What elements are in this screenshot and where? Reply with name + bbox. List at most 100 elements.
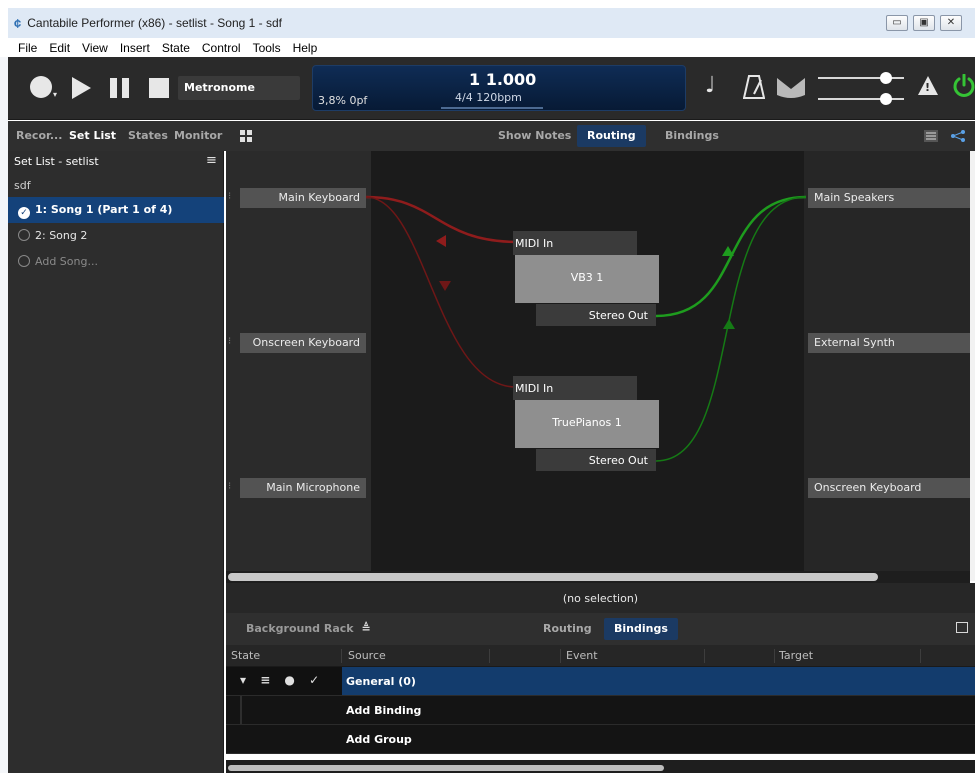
arrow-icon — [723, 319, 735, 329]
menu-file[interactable]: File — [18, 41, 37, 55]
plugin-stereo-out-port[interactable]: Stereo Out — [536, 304, 656, 326]
plugin-midi-in-port[interactable]: MIDI In — [513, 376, 637, 400]
drag-handle-icon[interactable]: ⁝ — [228, 336, 231, 347]
tab-monitor[interactable]: Monitor — [174, 129, 222, 142]
grid-view-icon[interactable] — [240, 130, 252, 142]
column-target[interactable]: Target — [779, 649, 813, 662]
eject-icon: ≜ — [361, 622, 371, 635]
menu-bar: File Edit View Insert State Control Tool… — [8, 38, 975, 57]
record-dropdown-icon[interactable]: ▾ — [53, 90, 57, 99]
master-output-knob[interactable] — [880, 93, 892, 105]
scrollbar-thumb[interactable] — [228, 765, 664, 771]
play-icon[interactable] — [72, 77, 91, 99]
position-progress-bar — [441, 107, 543, 109]
set-list-header: Set List - setlist — [14, 155, 99, 168]
column-source[interactable]: Source — [348, 649, 386, 662]
check-icon: ✓ — [18, 207, 30, 219]
input-port-main-microphone[interactable]: Main Microphone — [240, 478, 366, 498]
selection-status: (no selection) — [226, 583, 975, 613]
menu-control[interactable]: Control — [202, 41, 241, 55]
window-title: Cantabile Performer (x86) - setlist - So… — [27, 16, 282, 30]
set-list-name: sdf — [14, 179, 31, 192]
stop-icon[interactable] — [149, 78, 169, 98]
bindings-table-header: State Source Event Target — [226, 645, 975, 667]
title-bar: ¢ Cantabile Performer (x86) - setlist - … — [8, 8, 975, 38]
binding-group-label: General (0) — [342, 667, 975, 695]
song-label: 1: Song 1 (Part 1 of 4) — [35, 203, 173, 216]
background-rack-button[interactable]: Background Rack ≜ — [246, 622, 371, 635]
radio-icon — [18, 255, 30, 267]
route-midi-vb3[interactable] — [365, 195, 517, 244]
scrollbar-thumb[interactable] — [228, 573, 878, 581]
menu-state[interactable]: State — [162, 41, 190, 55]
crossfade-icon[interactable] — [776, 77, 806, 99]
bindings-horizontal-scrollbar[interactable] — [226, 760, 975, 773]
master-input-knob[interactable] — [880, 72, 892, 84]
column-event[interactable]: Event — [566, 649, 598, 662]
tab-set-list[interactable]: Set List — [69, 129, 116, 142]
route-audio-vb3[interactable] — [655, 195, 807, 318]
add-group-row[interactable]: Add Group — [226, 725, 975, 754]
routing-horizontal-scrollbar[interactable] — [226, 571, 970, 583]
tab-bindings[interactable]: Bindings — [655, 125, 729, 147]
cpu-load: 3,8% 0pf — [318, 94, 368, 107]
minimize-button[interactable]: ▭ — [886, 15, 908, 31]
plugin-midi-in-port[interactable]: MIDI In — [513, 231, 637, 255]
list-view-icon[interactable] — [924, 130, 938, 142]
hamburger-menu-icon[interactable]: ≡ — [206, 153, 217, 168]
plugin-stereo-out-port[interactable]: Stereo Out — [536, 449, 656, 471]
record-icon[interactable] — [30, 76, 52, 98]
menu-view[interactable]: View — [82, 41, 108, 55]
output-port-main-speakers[interactable]: Main Speakers — [808, 188, 970, 208]
output-port-external-synth[interactable]: External Synth — [808, 333, 970, 353]
add-binding-label: Add Binding — [346, 704, 422, 717]
menu-help[interactable]: Help — [293, 41, 318, 55]
add-song-item[interactable]: Add Song... — [8, 249, 224, 275]
drag-handle-icon[interactable]: ⁝ — [228, 481, 231, 492]
tab-bottom-routing[interactable]: Routing — [533, 618, 602, 640]
menu-tools[interactable]: Tools — [253, 41, 281, 55]
output-port-onscreen-keyboard[interactable]: Onscreen Keyboard — [808, 478, 970, 498]
transport-bar: ▾ Metronome 1 1.000 4/4 120bpm 3,8% 0pf … — [8, 57, 975, 120]
transport-display[interactable]: 1 1.000 4/4 120bpm — [312, 65, 686, 111]
tab-routing[interactable]: Routing — [577, 125, 646, 147]
add-binding-row[interactable]: Add Binding — [226, 696, 975, 725]
group-row-icons[interactable]: ▾ ≡ ● ✓ — [240, 673, 324, 687]
plugin-vb3[interactable]: VB3 1 — [515, 255, 659, 303]
time-signature-tempo: 4/4 120bpm — [455, 91, 522, 104]
metronome-icon[interactable] — [743, 74, 765, 100]
tab-states[interactable]: States — [128, 129, 168, 142]
pause-icon[interactable] — [110, 78, 129, 98]
plugin-truepianos[interactable]: TruePianos 1 — [515, 400, 659, 448]
routing-connections — [365, 195, 807, 462]
routing-view-icon[interactable] — [950, 129, 966, 143]
tab-bottom-bindings[interactable]: Bindings — [604, 618, 678, 640]
arrow-icon — [722, 246, 734, 256]
column-state[interactable]: State — [231, 649, 260, 662]
window-left-edge — [0, 57, 8, 773]
vertical-scrollbar[interactable] — [970, 151, 975, 581]
maximize-button[interactable]: ▣ — [913, 15, 935, 31]
drag-handle-icon[interactable]: ⁝ — [228, 191, 231, 202]
arrow-icon — [439, 281, 451, 291]
route-midi-truepianos[interactable] — [365, 196, 517, 388]
tab-recordings[interactable]: Recor... — [16, 129, 62, 142]
master-level-sliders[interactable] — [818, 68, 904, 108]
close-button[interactable]: ✕ — [940, 15, 962, 31]
power-icon[interactable] — [952, 74, 975, 98]
background-rack-label: Background Rack — [246, 622, 354, 635]
song-label: 2: Song 2 — [35, 229, 88, 242]
song-item[interactable]: 2: Song 2 — [8, 223, 224, 249]
tab-show-notes[interactable]: Show Notes — [488, 125, 581, 147]
input-port-main-keyboard[interactable]: Main Keyboard — [240, 188, 366, 208]
tabs-row: Recor... Set List States Monitor Show No… — [8, 121, 975, 151]
song-item[interactable]: ✓ 1: Song 1 (Part 1 of 4) — [8, 197, 224, 223]
menu-insert[interactable]: Insert — [120, 41, 150, 55]
input-port-onscreen-keyboard[interactable]: Onscreen Keyboard — [240, 333, 366, 353]
binding-group-row[interactable]: ▾ ≡ ● ✓ General (0) — [226, 667, 975, 696]
metronome-button[interactable]: Metronome — [178, 76, 300, 100]
note-icon[interactable]: ♩ — [705, 73, 715, 98]
add-song-label: Add Song... — [35, 255, 98, 268]
menu-edit[interactable]: Edit — [49, 41, 70, 55]
maximize-panel-icon[interactable] — [956, 622, 968, 633]
